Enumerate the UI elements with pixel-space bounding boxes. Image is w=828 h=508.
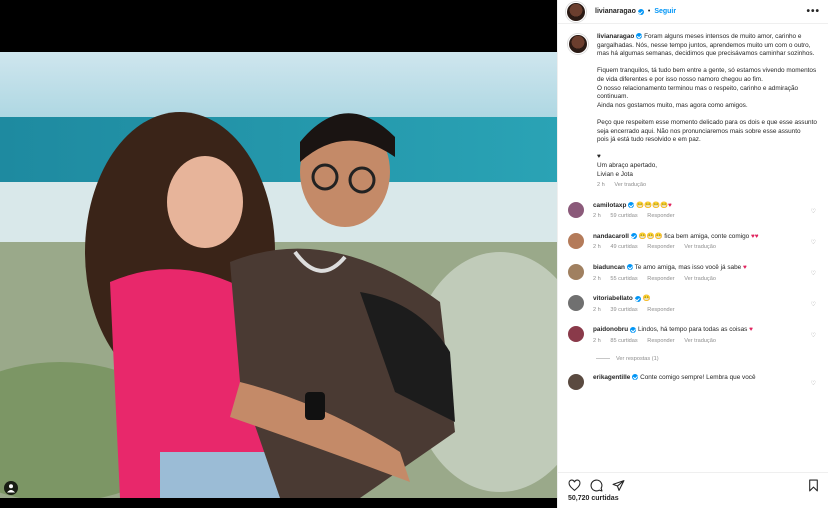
verified-badge-icon [634,295,641,302]
comment-time: 2 h [593,275,601,282]
comment-text: Lindos, há tempo para todas as coisas [637,326,748,334]
like-comment-icon[interactable]: ♡ [811,380,816,387]
comment-text: 😁😁😁😁 [636,201,669,209]
separator-dot: • [647,8,651,15]
bookmark-icon[interactable] [807,479,820,492]
commenter-avatar[interactable] [568,326,584,343]
comment-text: Conte comigo sempre! Lembra que você [640,373,756,381]
heart-emoji: ♥♥ [750,232,759,240]
caption-avatar[interactable] [568,34,588,54]
caption-time: 2 h [597,182,605,189]
caption-paragraph-3: Peço que respeitem esse momento delicado… [597,118,817,144]
caption-paragraph-4: ♥ Um abraço apertado, Livian e Jota [597,153,658,178]
comment-item: camilotaxp 😁😁😁😁♥ 2 h 59 curtidas Respond… [568,201,820,221]
post-actions: 50,720 curtidas [558,472,828,508]
view-replies-link[interactable]: Ver respostas (1) [596,356,820,362]
caption-paragraph-2: Fiquem tranquilos, tá tudo bem entre a g… [597,67,817,109]
like-comment-icon[interactable]: ♡ [811,332,816,339]
comment-likes[interactable]: 59 curtidas [610,213,637,219]
comment-item: vitoriabellato 😁 2 h 39 curtidas Respond… [568,295,820,314]
likes-count[interactable]: 50,720 curtidas [568,495,820,502]
like-heart-icon[interactable] [568,478,581,492]
verified-badge-icon [630,326,637,333]
follow-button[interactable]: Seguir [654,8,676,15]
author-avatar[interactable] [566,1,586,22]
translate-link[interactable]: Ver tradução [684,276,716,282]
tagged-user-icon[interactable] [4,481,18,495]
like-comment-icon[interactable]: ♡ [811,270,816,277]
translate-link[interactable]: Ver tradução [684,244,716,250]
like-comment-icon[interactable]: ♡ [811,239,816,246]
verified-badge-icon [626,264,633,271]
caption-username[interactable]: livianaragao [597,33,634,40]
comment-likes[interactable]: 85 curtidas [610,338,637,344]
comment-text: Te amo amiga, mas isso você já sabe [634,264,742,272]
author-username[interactable]: livianaragao [595,8,636,15]
comment-username[interactable]: vitoriabellato [593,295,633,302]
comment-time: 2 h [593,244,601,251]
comment-meta: 2 h 59 curtidas Responder [593,212,808,221]
comment-username[interactable]: paidonobru [593,326,628,333]
like-comment-icon[interactable]: ♡ [811,301,816,308]
commenter-avatar[interactable] [568,232,584,249]
heart-emoji: ♥ [749,326,753,334]
reply-button[interactable]: Responder [647,307,674,313]
comment-likes[interactable]: 39 curtidas [610,307,637,313]
verified-badge-icon [632,373,639,380]
couple-photo [0,52,557,498]
post-photo[interactable] [0,52,557,498]
verified-badge-icon [628,202,635,208]
commenter-avatar[interactable] [568,264,584,281]
comment-likes[interactable]: 55 curtidas [610,276,637,282]
comment-text: 😁 [642,295,651,303]
comment-username[interactable]: nandacaroll [593,233,629,240]
comment-time: 2 h [593,213,601,220]
comment-meta: 2 h 85 curtidas Responder Ver tradução [593,337,808,346]
commenter-avatar[interactable] [568,201,584,218]
comment-time: 2 h [593,306,601,313]
comments-scroll[interactable]: livianaragao Foram alguns meses intensos… [558,25,828,472]
caption: livianaragao Foram alguns meses intensos… [568,33,820,190]
comment-item: erikagentille Conte comigo sempre! Lembr… [568,373,820,390]
heart-emoji: ♥ [742,264,747,272]
comment-item: paidonobru Lindos, há tempo para todas a… [568,326,820,345]
verified-badge-icon [636,33,643,40]
more-options-icon[interactable]: ••• [806,6,820,17]
caption-translate-link[interactable]: Ver tradução [614,182,646,188]
reply-button[interactable]: Responder [647,213,674,219]
post-sidebar: livianaragao • Seguir ••• livianaragao F… [557,0,828,508]
comment-item: biaduncan Te amo amiga, mas isso você já… [568,264,820,283]
share-send-icon[interactable] [612,479,625,492]
translate-link[interactable]: Ver tradução [684,338,716,344]
comment-time: 2 h [593,338,601,345]
comment-item: nandacaroll 😁😁😁 fica bem amiga, conte co… [568,232,820,252]
comment-meta: 2 h 55 curtidas Responder Ver tradução [593,275,808,284]
comment-bubble-icon[interactable] [590,479,603,492]
comment-username[interactable]: camilotaxp [593,202,626,209]
commenter-avatar[interactable] [568,295,584,312]
verified-badge-icon [637,8,644,15]
comment-meta: 2 h 49 curtidas Responder Ver tradução [593,243,808,252]
commenter-avatar[interactable] [568,373,584,390]
caption-meta: 2 h Ver tradução [597,181,820,190]
post-header: livianaragao • Seguir ••• [558,0,828,24]
reply-button[interactable]: Responder [647,276,674,282]
verified-badge-icon [630,233,637,240]
post-media [0,0,557,508]
reply-button[interactable]: Responder [647,338,674,344]
comment-likes[interactable]: 49 curtidas [610,244,637,250]
comment-username[interactable]: biaduncan [593,264,625,271]
heart-emoji: ♥ [668,201,672,209]
like-comment-icon[interactable]: ♡ [811,208,816,215]
reply-button[interactable]: Responder [647,244,674,250]
comment-username[interactable]: erikagentille [593,374,630,381]
comment-meta: 2 h 39 curtidas Responder [593,306,808,315]
comment-text: 😁😁😁 fica bem amiga, conte comigo [638,232,750,240]
